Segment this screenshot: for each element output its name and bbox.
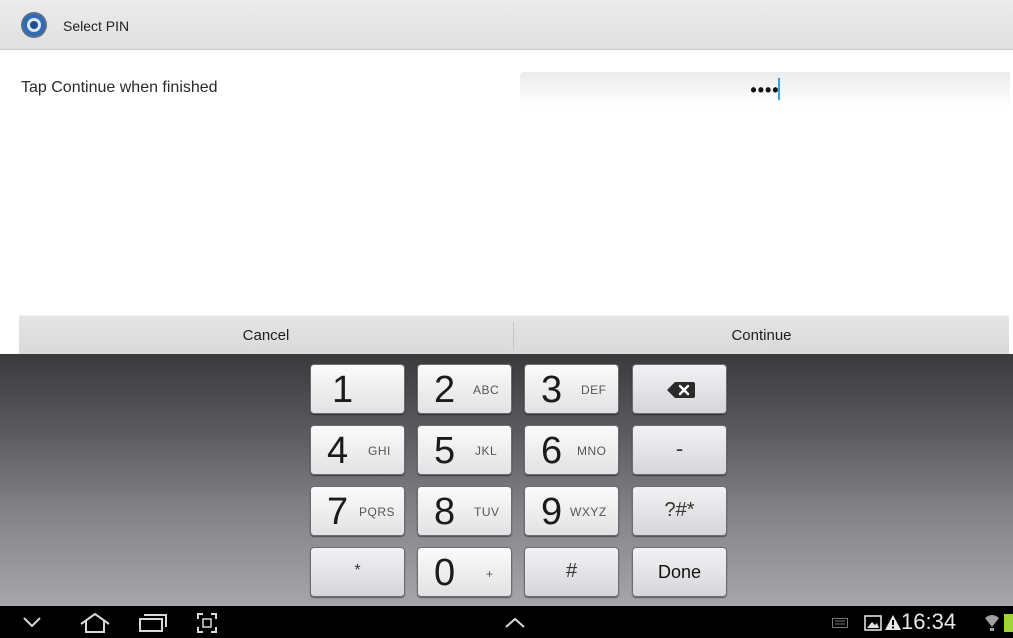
chevron-up-icon[interactable] — [504, 617, 526, 629]
key-letters: JKL — [475, 444, 498, 458]
key-digit: 7 — [327, 491, 349, 533]
pin-input[interactable]: •••• — [520, 72, 1010, 108]
battery-icon — [1004, 614, 1013, 632]
text-cursor — [778, 78, 780, 100]
key-hash[interactable]: # — [524, 547, 619, 597]
key-digit: 8 — [434, 491, 456, 533]
key-label: - — [675, 436, 684, 461]
instruction-text: Tap Continue when finished — [21, 79, 218, 96]
symbols-key[interactable]: ?#* — [632, 486, 727, 536]
key-letters: TUV — [474, 505, 500, 519]
page-title: Select PIN — [63, 18, 130, 34]
key-letters: MNO — [577, 444, 607, 458]
key-digit: 1 — [332, 369, 354, 411]
keyboard-icon — [832, 618, 848, 628]
key-2[interactable]: 2 ABC — [417, 364, 512, 414]
key-label: # — [565, 560, 578, 582]
continue-button[interactable]: Continue — [514, 316, 1009, 355]
key-4[interactable]: 4 GHI — [310, 425, 405, 475]
key-digit: 3 — [541, 369, 563, 411]
key-6[interactable]: 6 MNO — [524, 425, 619, 475]
key-1[interactable]: 1 — [310, 364, 405, 414]
key-letters: ABC — [473, 383, 500, 397]
numeric-keyboard: 1 2 ABC 3 DEF 4 GHI 5 JKL 6 MNO - 7 PQRS… — [0, 354, 1013, 606]
key-digit: 4 — [327, 430, 349, 472]
backspace-icon — [667, 382, 695, 398]
warning-icon — [885, 615, 901, 630]
hide-keyboard-icon[interactable] — [22, 616, 42, 628]
image-notification-icon — [864, 615, 882, 631]
key-7[interactable]: 7 PQRS — [310, 486, 405, 536]
key-star[interactable]: * — [310, 547, 405, 597]
key-label: Done — [657, 562, 702, 582]
key-digit: 0 — [434, 552, 456, 594]
status-time: 16:34 — [901, 609, 957, 634]
backspace-key[interactable] — [632, 364, 727, 414]
home-icon[interactable] — [78, 612, 112, 634]
screenshot-icon[interactable] — [196, 612, 218, 634]
pin-value: •••• — [750, 80, 780, 100]
done-key[interactable]: Done — [632, 547, 727, 597]
key-0[interactable]: 0 + — [417, 547, 512, 597]
key-letters: PQRS — [359, 505, 396, 519]
settings-gear-icon — [21, 12, 47, 38]
key-digit: 2 — [434, 369, 456, 411]
key-label: ?#* — [664, 499, 695, 521]
key-5[interactable]: 5 JKL — [417, 425, 512, 475]
wifi-icon — [985, 615, 999, 631]
key-letters: GHI — [368, 444, 391, 458]
key-8[interactable]: 8 TUV — [417, 486, 512, 536]
action-bar: Cancel Continue — [19, 315, 1009, 355]
recent-apps-icon[interactable] — [138, 613, 168, 633]
key-label: * — [354, 562, 361, 579]
key-letters: DEF — [581, 383, 607, 397]
key-letters: WXYZ — [570, 505, 607, 519]
key-digit: 9 — [541, 491, 563, 533]
dash-key[interactable]: - — [632, 425, 727, 475]
key-3[interactable]: 3 DEF — [524, 364, 619, 414]
title-bar: Select PIN — [0, 0, 1013, 50]
key-letters: + — [486, 567, 494, 581]
navigation-bar: 16:34 — [0, 606, 1013, 638]
cancel-button[interactable]: Cancel — [19, 316, 513, 355]
key-9[interactable]: 9 WXYZ — [524, 486, 619, 536]
key-digit: 6 — [541, 430, 563, 472]
key-digit: 5 — [434, 430, 456, 472]
